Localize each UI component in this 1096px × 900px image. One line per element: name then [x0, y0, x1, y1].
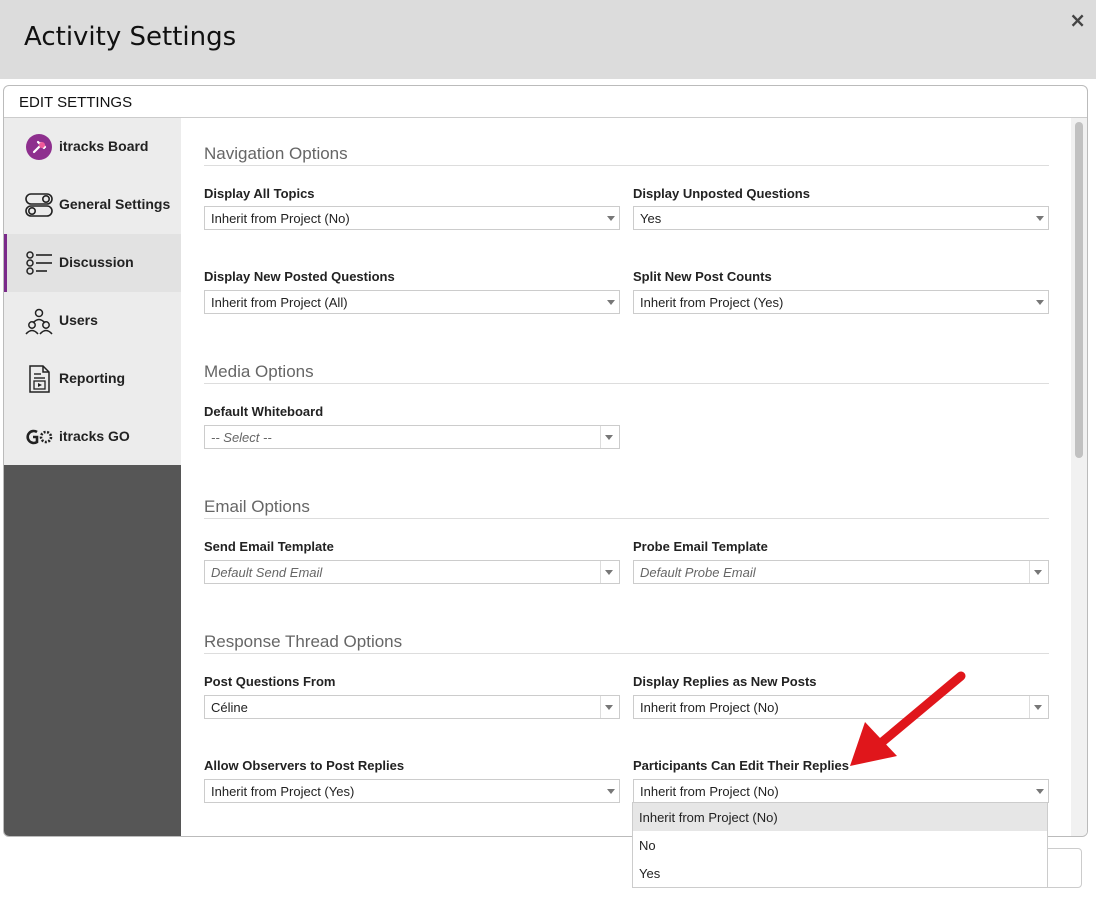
- annotation-arrow-icon: [850, 671, 966, 766]
- sidebar-item-label: Discussion: [59, 254, 134, 270]
- chevron-down-icon: [1034, 570, 1042, 575]
- send-email-template-label: Send Email Template: [204, 539, 334, 554]
- chevron-down-icon: [605, 570, 613, 575]
- section-divider: [204, 383, 1049, 384]
- close-icon[interactable]: ×: [1069, 8, 1086, 32]
- section-title-navigation: Navigation Options: [204, 144, 348, 163]
- sidebar-item-itracks-go[interactable]: itracks GO: [4, 408, 181, 466]
- section-title-media: Media Options: [204, 362, 314, 381]
- probe-email-template-label: Probe Email Template: [633, 539, 768, 554]
- display-replies-as-new-posts-label: Display Replies as New Posts: [633, 674, 817, 689]
- participants-can-edit-replies-select[interactable]: Inherit from Project (No): [633, 779, 1049, 803]
- sidebar-item-label: itracks GO: [59, 428, 130, 444]
- display-unposted-questions-label: Display Unposted Questions: [633, 186, 810, 201]
- select-divider: [600, 561, 601, 583]
- chevron-down-icon: [1036, 216, 1044, 221]
- discussion-list-icon: [26, 251, 52, 275]
- select-value: Inherit from Project (No): [211, 211, 350, 226]
- sidebar-item-users[interactable]: Users: [4, 292, 181, 350]
- section-divider: [204, 653, 1049, 654]
- sidebar-item-itracks-board[interactable]: itracks Board: [4, 118, 181, 176]
- toggles-icon: [25, 193, 53, 217]
- chevron-down-icon: [1036, 789, 1044, 794]
- split-new-post-counts-label: Split New Post Counts: [633, 269, 772, 284]
- dropdown-option[interactable]: Inherit from Project (No): [633, 803, 1047, 831]
- select-value: Inherit from Project (All): [211, 295, 348, 310]
- post-questions-from-label: Post Questions From: [204, 674, 336, 689]
- sidebar: itracks Board General Settings Discussio…: [4, 118, 181, 836]
- send-email-template-select[interactable]: Default Send Email: [204, 560, 620, 584]
- select-value: Inherit from Project (No): [640, 700, 779, 715]
- select-value: Yes: [640, 211, 662, 226]
- sidebar-item-label: itracks Board: [59, 138, 149, 154]
- chevron-down-icon: [1036, 300, 1044, 305]
- section-title-response-thread: Response Thread Options: [204, 632, 403, 651]
- section-divider: [204, 165, 1049, 166]
- default-whiteboard-select[interactable]: -- Select --: [204, 425, 620, 449]
- itracks-go-logo-icon: [26, 429, 53, 445]
- participants-edit-dropdown-list[interactable]: Inherit from Project (No) No Yes: [632, 802, 1048, 888]
- chevron-down-icon: [607, 789, 615, 794]
- post-questions-from-select[interactable]: Céline: [204, 695, 620, 719]
- panel-heading-bar: EDIT SETTINGS: [4, 86, 1087, 118]
- chevron-down-icon: [1034, 705, 1042, 710]
- display-unposted-questions-select[interactable]: Yes: [633, 206, 1049, 230]
- panel-heading: EDIT SETTINGS: [19, 94, 133, 111]
- allow-observers-to-post-replies-label: Allow Observers to Post Replies: [204, 758, 405, 773]
- probe-email-template-select[interactable]: Default Probe Email: [633, 560, 1049, 584]
- select-value: Inherit from Project (Yes): [211, 784, 355, 799]
- display-new-posted-questions-select[interactable]: Inherit from Project (All): [204, 290, 620, 314]
- select-divider: [1029, 561, 1030, 583]
- select-placeholder: Default Probe Email: [640, 565, 756, 580]
- users-icon: [25, 308, 53, 335]
- dialog-header: Activity Settings ×: [0, 0, 1096, 79]
- split-new-post-counts-select[interactable]: Inherit from Project (Yes): [633, 290, 1049, 314]
- display-replies-as-new-posts-select[interactable]: Inherit from Project (No): [633, 695, 1049, 719]
- chevron-down-icon: [605, 435, 613, 440]
- sidebar-item-label: Users: [59, 312, 98, 328]
- sidebar-item-general-settings[interactable]: General Settings: [4, 176, 181, 234]
- default-whiteboard-label: Default Whiteboard: [204, 404, 324, 419]
- content-scrollbar[interactable]: [1071, 118, 1087, 836]
- section-title-email: Email Options: [204, 497, 310, 516]
- select-value: Inherit from Project (Yes): [640, 295, 784, 310]
- chevron-down-icon: [607, 300, 615, 305]
- dropdown-option[interactable]: No: [633, 831, 1047, 859]
- select-placeholder: -- Select --: [211, 430, 272, 445]
- sidebar-item-reporting[interactable]: Reporting: [4, 350, 181, 408]
- display-new-posted-questions-label: Display New Posted Questions: [204, 269, 395, 284]
- display-all-topics-select[interactable]: Inherit from Project (No): [204, 206, 620, 230]
- scrollbar-thumb[interactable]: [1075, 122, 1083, 458]
- dialog-title: Activity Settings: [24, 22, 237, 52]
- select-value: Inherit from Project (No): [640, 784, 779, 799]
- section-divider: [204, 518, 1049, 519]
- sidebar-item-label: General Settings: [59, 196, 171, 212]
- select-value: Céline: [211, 700, 248, 715]
- select-placeholder: Default Send Email: [211, 565, 323, 580]
- participants-can-edit-replies-label: Participants Can Edit Their Replies: [633, 758, 849, 773]
- report-document-icon: [29, 365, 50, 393]
- allow-observers-to-post-replies-select[interactable]: Inherit from Project (Yes): [204, 779, 620, 803]
- itracks-board-icon: [26, 134, 52, 160]
- chevron-down-icon: [607, 216, 615, 221]
- sidebar-item-label: Reporting: [59, 370, 126, 386]
- select-divider: [600, 696, 601, 718]
- select-divider: [600, 426, 601, 448]
- display-all-topics-label: Display All Topics: [204, 186, 315, 201]
- select-divider: [1029, 696, 1030, 718]
- sidebar-item-discussion[interactable]: Discussion: [4, 234, 181, 292]
- sidebar-items: itracks Board General Settings Discussio…: [4, 118, 181, 465]
- dropdown-option[interactable]: Yes: [633, 859, 1047, 887]
- chevron-down-icon: [605, 705, 613, 710]
